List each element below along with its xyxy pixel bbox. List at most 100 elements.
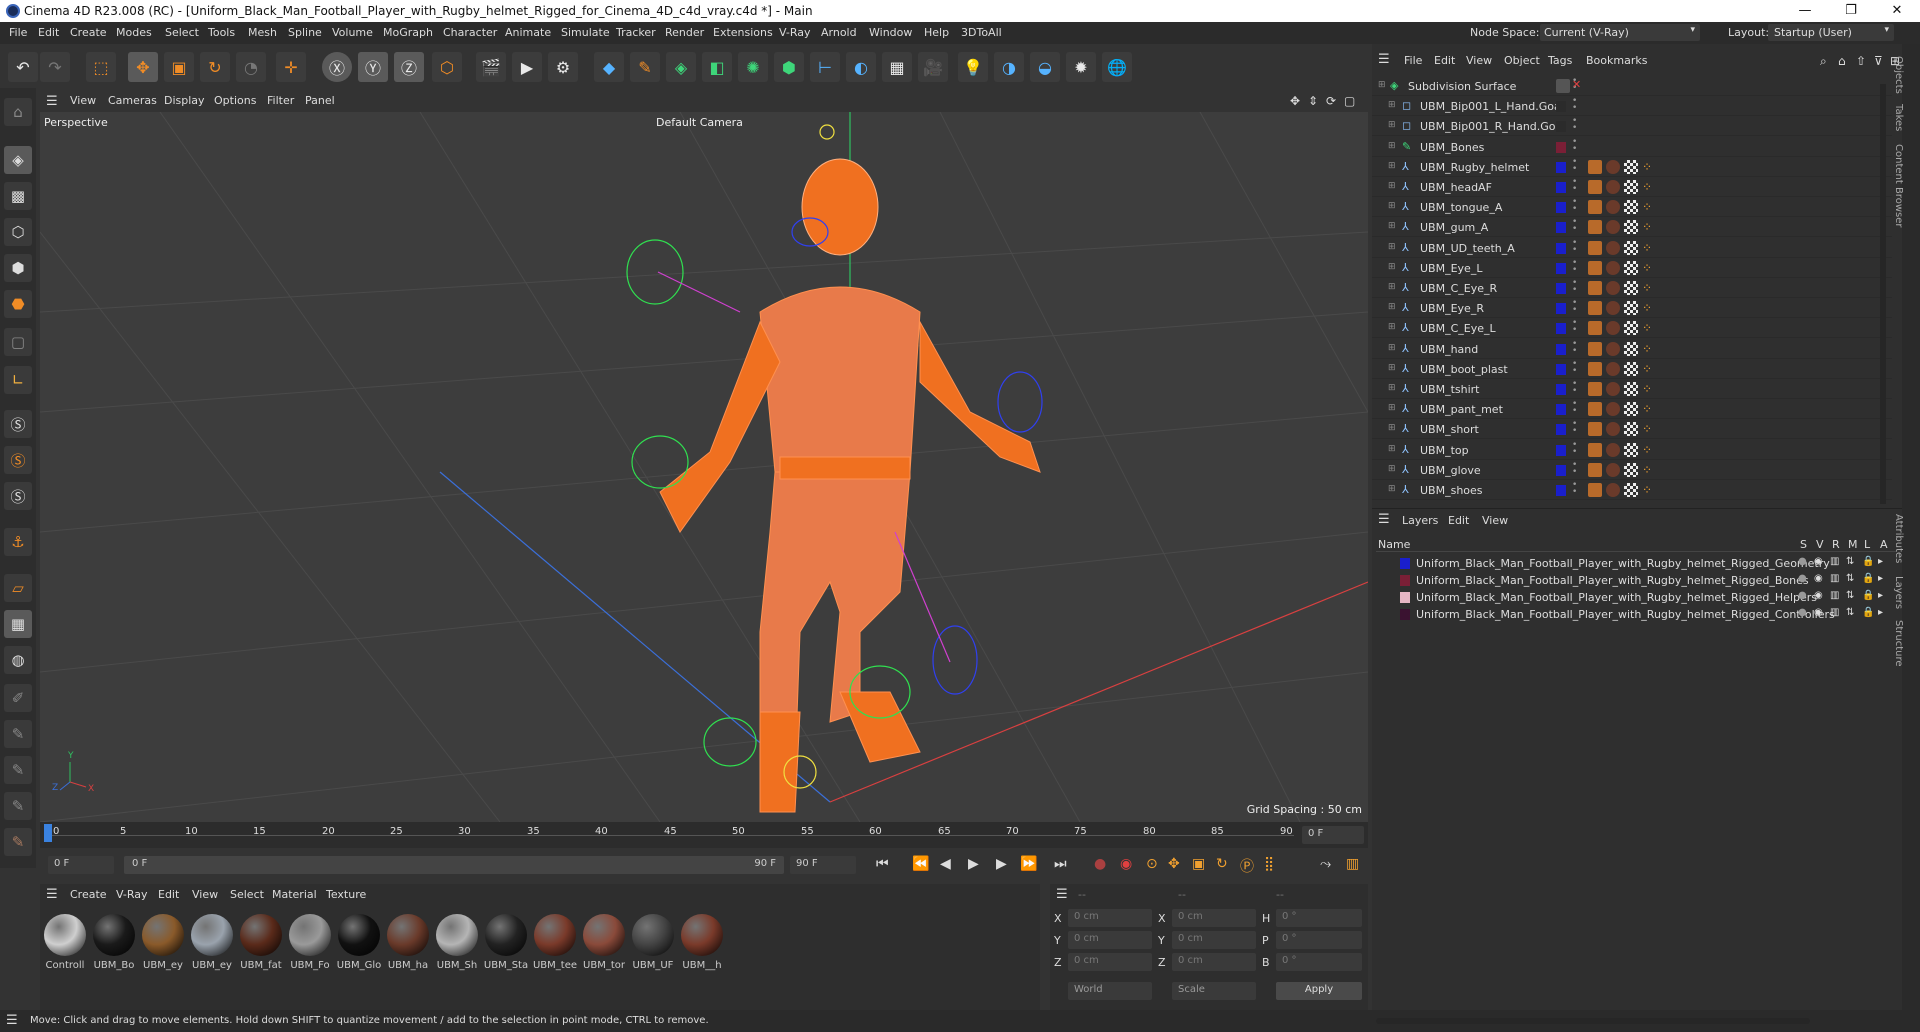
expand-icon[interactable]: ⊞ — [1388, 484, 1396, 494]
vray-tag-icon[interactable] — [1588, 422, 1602, 437]
layer-color-swatch[interactable] — [1556, 262, 1566, 274]
layer-color-swatch[interactable] — [1556, 404, 1566, 416]
viewport-menu-filter[interactable]: Filter — [267, 94, 294, 107]
object-name[interactable]: UBM_headAF — [1420, 181, 1492, 194]
solo-icon[interactable]: ◍ — [4, 646, 32, 674]
python-script-icon[interactable]: ◒ — [1030, 52, 1060, 82]
expand-icon[interactable]: ⊞ — [1388, 181, 1396, 191]
layer-row[interactable]: Uniform_Black_Man_Football_Player_with_R… — [1380, 589, 1890, 606]
visibility-dots-icon[interactable]: • • — [1572, 157, 1577, 173]
transform-tool-icon[interactable]: ✛ — [276, 52, 306, 82]
size-y-field[interactable]: 0 cm — [1172, 931, 1256, 949]
material-tag-icon[interactable] — [1606, 321, 1620, 336]
obj-menu-object[interactable]: Object — [1504, 54, 1540, 67]
menu-animate[interactable]: Animate — [505, 26, 551, 39]
manager-icon[interactable]: ⇅ — [1846, 590, 1854, 601]
menu-help[interactable]: Help — [924, 26, 949, 39]
menu-volume[interactable]: Volume — [332, 26, 373, 39]
key-pla-icon[interactable]: ⣿ — [1264, 856, 1274, 872]
hamburger-icon[interactable]: ☰ — [46, 94, 58, 109]
obj-menu-file[interactable]: File — [1404, 54, 1422, 67]
layer-name[interactable]: Uniform_Black_Man_Football_Player_with_R… — [1416, 557, 1830, 570]
snap-settings-icon[interactable]: Ⓢ — [4, 446, 32, 474]
vray-tag-icon[interactable] — [1588, 159, 1602, 174]
edges-mode-icon[interactable]: ⬢ — [4, 254, 32, 282]
rot-b-field[interactable]: 0 ° — [1276, 953, 1362, 971]
visibility-dots-icon[interactable]: • • — [1572, 238, 1577, 254]
mat-menu-material[interactable]: Material — [272, 888, 317, 901]
layer-color-swatch[interactable] — [1400, 609, 1410, 620]
vray-tag-icon[interactable] — [1588, 483, 1602, 497]
mat-menu-view[interactable]: View — [192, 888, 218, 901]
play-icon[interactable]: ▶ — [968, 856, 979, 872]
expand-icon[interactable]: ⊞ — [1388, 242, 1396, 252]
expand-icon[interactable]: ⊞ — [1378, 80, 1386, 90]
visibility-dots-icon[interactable]: • • — [1572, 218, 1577, 234]
object-list-scrollbar[interactable] — [1880, 84, 1886, 504]
key-rotation-icon[interactable]: ↻ — [1216, 856, 1228, 872]
material-swatch[interactable] — [93, 914, 135, 956]
object-row[interactable]: ⊞ ⅄ UBM_pant_met • • ⁘ — [1372, 399, 1892, 420]
object-row[interactable]: ⊞ ⅄ UBM_boot_plast • • ⁘ — [1372, 359, 1892, 379]
material-swatch[interactable] — [289, 914, 331, 956]
navigate-up-icon[interactable]: ⇧ — [1856, 54, 1866, 68]
layer-color-swatch[interactable] — [1556, 424, 1566, 436]
manager-icon[interactable]: ⇅ — [1846, 573, 1854, 584]
playhead[interactable] — [44, 824, 52, 842]
material-tag-icon[interactable] — [1606, 483, 1620, 497]
texture-tag-icon[interactable] — [1624, 341, 1638, 356]
render-icon[interactable]: ▥ — [1830, 573, 1839, 584]
layer-color-swatch[interactable] — [1556, 464, 1566, 476]
quantize-icon[interactable]: Ⓢ — [4, 482, 32, 510]
menu-select[interactable]: Select — [165, 26, 199, 39]
compositing-tag-icon[interactable]: ⁘ — [1642, 220, 1656, 234]
menu-spline[interactable]: Spline — [288, 26, 322, 39]
menu-vray[interactable]: V-Ray — [779, 26, 811, 39]
key-scale-icon[interactable]: ▣ — [1192, 856, 1205, 872]
material-swatch[interactable] — [681, 914, 723, 956]
mat-menu-create[interactable]: Create — [70, 888, 107, 901]
material-tag-icon[interactable] — [1606, 402, 1620, 417]
visibility-dots-icon[interactable]: • • — [1572, 178, 1577, 194]
obj-menu-edit[interactable]: Edit — [1434, 54, 1455, 67]
material-tag-icon[interactable] — [1606, 200, 1620, 215]
recent-tool-icon[interactable]: ◔ — [236, 52, 266, 82]
material-tag-icon[interactable] — [1606, 220, 1620, 235]
object-row[interactable]: ⊞ ⅄ UBM_headAF • • ⁘ — [1372, 177, 1892, 197]
filter-icon[interactable]: ⊽ — [1874, 54, 1883, 68]
texture-tag-icon[interactable] — [1624, 180, 1638, 194]
layer-row[interactable]: Uniform_Black_Man_Football_Player_with_R… — [1380, 606, 1890, 623]
hamburger-icon[interactable]: ☰ — [46, 887, 58, 902]
object-row[interactable]: ⊞ ⅄ UBM_hand • • ⁘ — [1372, 339, 1892, 359]
locked-workplane-icon[interactable]: ▱ — [4, 574, 32, 602]
object-name[interactable]: UBM_UD_teeth_A — [1420, 242, 1515, 255]
timeline-ruler[interactable]: 0 5 10 15 20 25 30 35 40 45 50 55 60 65 … — [40, 822, 1368, 848]
obj-menu-view[interactable]: View — [1466, 54, 1492, 67]
auto-key-icon[interactable]: ◉ — [1120, 856, 1132, 872]
previous-frame-icon[interactable]: ◀ — [940, 856, 951, 872]
layer-color-swatch[interactable] — [1556, 283, 1566, 294]
compositing-tag-icon[interactable]: ⁘ — [1642, 443, 1656, 457]
vray-tag-icon[interactable] — [1588, 240, 1602, 255]
rot-h-field[interactable]: 0 ° — [1276, 909, 1362, 927]
pos-y-field[interactable]: 0 cm — [1068, 931, 1152, 949]
layer-color-swatch[interactable] — [1556, 121, 1566, 133]
object-name[interactable]: UBM_shoes — [1420, 484, 1483, 497]
menu-modes[interactable]: Modes — [116, 26, 152, 39]
move-tool-icon[interactable]: ✥ — [128, 52, 158, 82]
object-row[interactable]: ⊞ ⅄ UBM_C_Eye_R • • ⁘ — [1372, 278, 1892, 298]
next-frame-icon[interactable]: ▶ — [996, 856, 1007, 872]
lock-icon[interactable]: 🔒 — [1862, 607, 1874, 618]
object-name[interactable]: UBM_Bones — [1420, 141, 1484, 154]
vray-tag-icon[interactable] — [1588, 382, 1602, 396]
workplane-icon[interactable]: ⚓ — [4, 528, 32, 556]
viewport-menu-options[interactable]: Options — [214, 94, 256, 107]
object-name[interactable]: UBM_gum_A — [1420, 221, 1488, 234]
model-mode-icon[interactable]: ◈ — [4, 146, 32, 174]
expand-icon[interactable]: ⊞ — [1388, 161, 1396, 171]
menu-render[interactable]: Render — [665, 26, 704, 39]
mograph-fracture-icon[interactable]: ⬢ — [774, 52, 804, 82]
visibility-dots-icon[interactable]: • • — [1572, 440, 1577, 456]
material-tag-icon[interactable] — [1606, 422, 1620, 437]
select-live-icon[interactable]: ⬚ — [86, 52, 116, 82]
